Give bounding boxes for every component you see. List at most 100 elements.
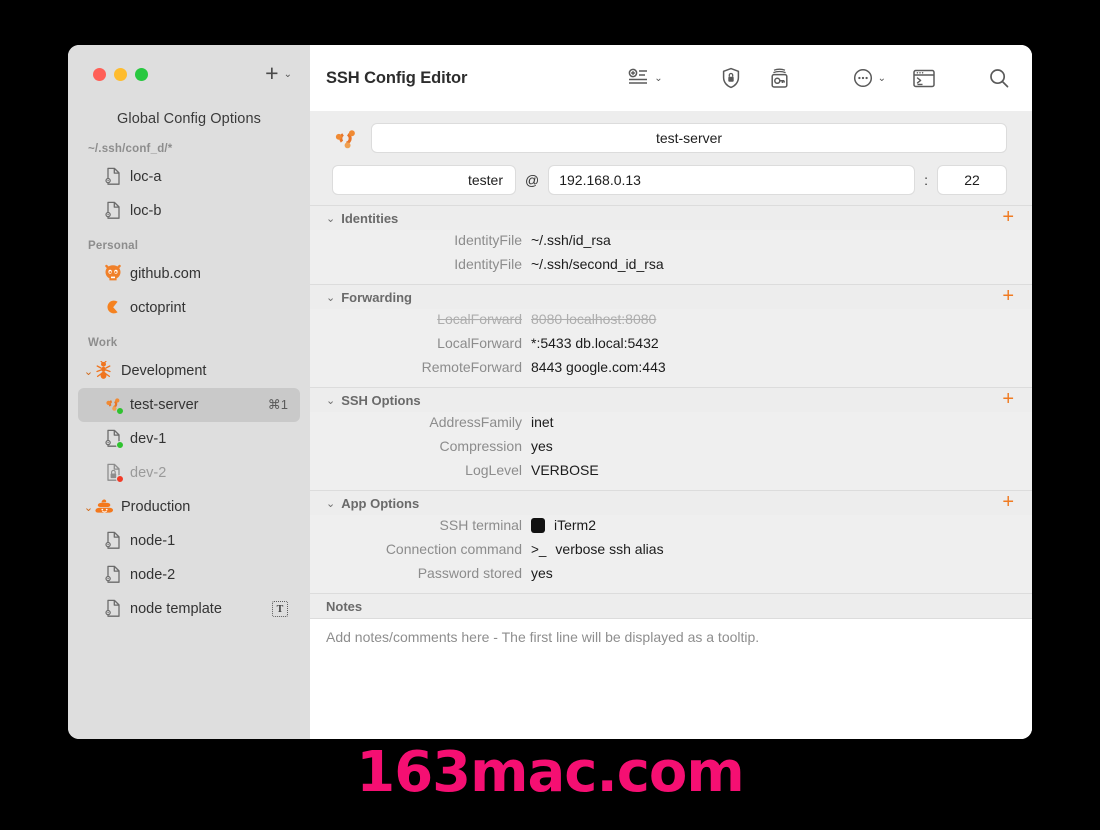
keychain-button[interactable] [769, 67, 790, 89]
zoom-button[interactable] [135, 67, 148, 81]
option-sections: ⌄ Identities + IdentityFile ~/.ssh/id_rsa Ide… [310, 205, 1032, 593]
section-title: SSH Options [341, 392, 421, 408]
option-label: LocalForward [437, 311, 522, 327]
sidebar-item-development[interactable]: ⌄ Development [78, 354, 300, 388]
minimize-button[interactable] [114, 67, 127, 81]
option-row[interactable]: IdentityFile ~/.ssh/second_id_rsa [310, 256, 1032, 280]
section-header-ssh-options[interactable]: ⌄ SSH Options + [310, 387, 1032, 412]
option-row[interactable]: AddressFamily inet [310, 414, 1032, 438]
add-to-list-icon [628, 68, 648, 84]
status-dot-green [116, 441, 124, 449]
status-dot-red [116, 475, 124, 483]
sidebar-group-header: Personal [88, 240, 139, 252]
option-value-wrap: 8080 localhost:8080 [531, 311, 656, 327]
add-to-list-button[interactable]: ⌄ [628, 68, 663, 88]
sidebar-item-node-1[interactable]: node-1 [78, 524, 300, 558]
port-field[interactable]: 22 [937, 165, 1007, 195]
titlebar: + ⌄ [68, 45, 310, 103]
close-button[interactable] [93, 67, 106, 81]
address-value: 192.168.0.13 [559, 172, 641, 188]
option-value: 8080 localhost:8080 [531, 311, 657, 327]
sidebar-groups: ~/.ssh/conf_d/* loc-a loc-b Personal gith… [68, 131, 310, 626]
ellipsis-circle-icon [853, 68, 872, 88]
section-body: AddressFamily inet Compression yes LogLevel V… [310, 412, 1032, 490]
sidebar-item-label: loc-a [130, 169, 162, 185]
option-value: verbose ssh alias [555, 541, 664, 557]
github-octocat-icon [104, 264, 122, 284]
option-value: iTerm2 [554, 517, 597, 533]
sidebar-item-node-template[interactable]: node template T [78, 592, 300, 626]
section-body: SSH terminal iTerm2 Connection command >_ ve… [310, 515, 1032, 593]
option-value-wrap: ~/.ssh/second_id_rsa [531, 256, 664, 272]
ubuntu-icon [104, 395, 124, 415]
disclosure-chevron-icon[interactable]: ⌄ [82, 365, 95, 378]
option-value-wrap: inet [531, 414, 554, 430]
option-value-wrap: *:5433 db.local:5432 [531, 335, 659, 351]
sidebar-item-label: Production [121, 499, 191, 515]
shield-lock-button[interactable] [721, 67, 741, 89]
add-option-button[interactable]: + [1002, 389, 1014, 409]
template-badge[interactable]: T [272, 601, 288, 617]
sidebar-item-test-server[interactable]: test-server ⌘1 [78, 388, 300, 422]
option-row[interactable]: LocalForward *:5433 db.local:5432 [310, 335, 1032, 359]
sidebar-item-loc-a[interactable]: loc-a [78, 160, 300, 194]
add-option-button[interactable]: + [1002, 492, 1014, 512]
chevron-down-icon[interactable]: ⌄ [326, 291, 335, 304]
shield-lock-icon [722, 67, 739, 89]
chevron-down-icon[interactable]: ⌄ [326, 212, 335, 225]
address-field[interactable]: 192.168.0.13 [548, 165, 916, 195]
option-row[interactable]: Connection command >_ verbose ssh alias [310, 541, 1032, 565]
option-value: yes [531, 565, 553, 581]
option-row[interactable]: LocalForward 8080 localhost:8080 [310, 311, 1032, 335]
option-row[interactable]: SSH terminal iTerm2 [310, 517, 1032, 541]
traffic-lights [93, 67, 148, 81]
port-value: 22 [964, 172, 980, 188]
ant-icon [95, 360, 113, 381]
add-option-button[interactable]: + [1002, 207, 1014, 227]
disclosure-chevron-icon[interactable]: ⌄ [82, 501, 95, 514]
host-name-value: test-server [655, 130, 723, 146]
toolbar-icons: ⌄ ⌄ [628, 67, 1010, 89]
sidebar-item-loc-b[interactable]: loc-b [78, 194, 300, 228]
add-host-button[interactable]: + ⌄ [265, 59, 292, 86]
more-options-button[interactable]: ⌄ [852, 67, 886, 89]
terminal-button[interactable] [912, 68, 936, 89]
option-row[interactable]: Compression yes [310, 438, 1032, 462]
search-button[interactable] [988, 67, 1010, 89]
chevron-down-icon[interactable]: ⌄ [326, 497, 335, 510]
section-title: App Options [341, 495, 420, 511]
host-header: test-server tester @ 192.168.0.13 : 22 [310, 111, 1032, 205]
doc-gear-icon [104, 201, 122, 221]
notes-textarea[interactable]: Add notes/comments here - The first line… [310, 619, 1032, 739]
sidebar-item-label: test-server [130, 397, 199, 413]
sidebar-item-node-2[interactable]: node-2 [78, 558, 300, 592]
host-name-field[interactable]: test-server [371, 123, 1007, 153]
option-value: 8443 google.com:443 [531, 359, 666, 375]
option-row[interactable]: IdentityFile ~/.ssh/id_rsa [310, 232, 1032, 256]
chevron-down-icon: ⌄ [654, 72, 663, 84]
sidebar-item-production[interactable]: ⌄ Production [78, 490, 300, 524]
host-name-row: test-server [332, 123, 1007, 153]
option-row[interactable]: Password stored yes [310, 565, 1032, 589]
sidebar-item-octoprint[interactable]: octoprint [78, 291, 300, 325]
option-value-wrap: yes [531, 438, 553, 454]
add-option-button[interactable]: + [1002, 286, 1014, 306]
user-field[interactable]: tester [332, 165, 516, 195]
option-value-wrap: ~/.ssh/id_rsa [531, 232, 611, 248]
plus-icon: + [265, 59, 279, 86]
at-separator: @ [525, 172, 540, 188]
option-value: yes [531, 438, 553, 454]
section-header-identities[interactable]: ⌄ Identities + [310, 205, 1032, 230]
section-header-app-options[interactable]: ⌄ App Options + [310, 490, 1032, 515]
option-row[interactable]: RemoteForward 8443 google.com:443 [310, 359, 1032, 383]
main-pane: SSH Config Editor ⌄ ⌄ test-server tester… [310, 45, 1032, 739]
option-row[interactable]: LogLevel VERBOSE [310, 462, 1032, 486]
section-header-forwarding[interactable]: ⌄ Forwarding + [310, 284, 1032, 309]
option-value-wrap: >_ verbose ssh alias [531, 541, 664, 557]
sidebar-item-dev-2[interactable]: dev-2 [78, 456, 300, 490]
section-title: Forwarding [341, 289, 412, 305]
chevron-down-icon[interactable]: ⌄ [326, 394, 335, 407]
option-label: SSH terminal [439, 517, 522, 533]
sidebar-item-github-com[interactable]: github.com [78, 257, 300, 291]
sidebar-item-dev-1[interactable]: dev-1 [78, 422, 300, 456]
